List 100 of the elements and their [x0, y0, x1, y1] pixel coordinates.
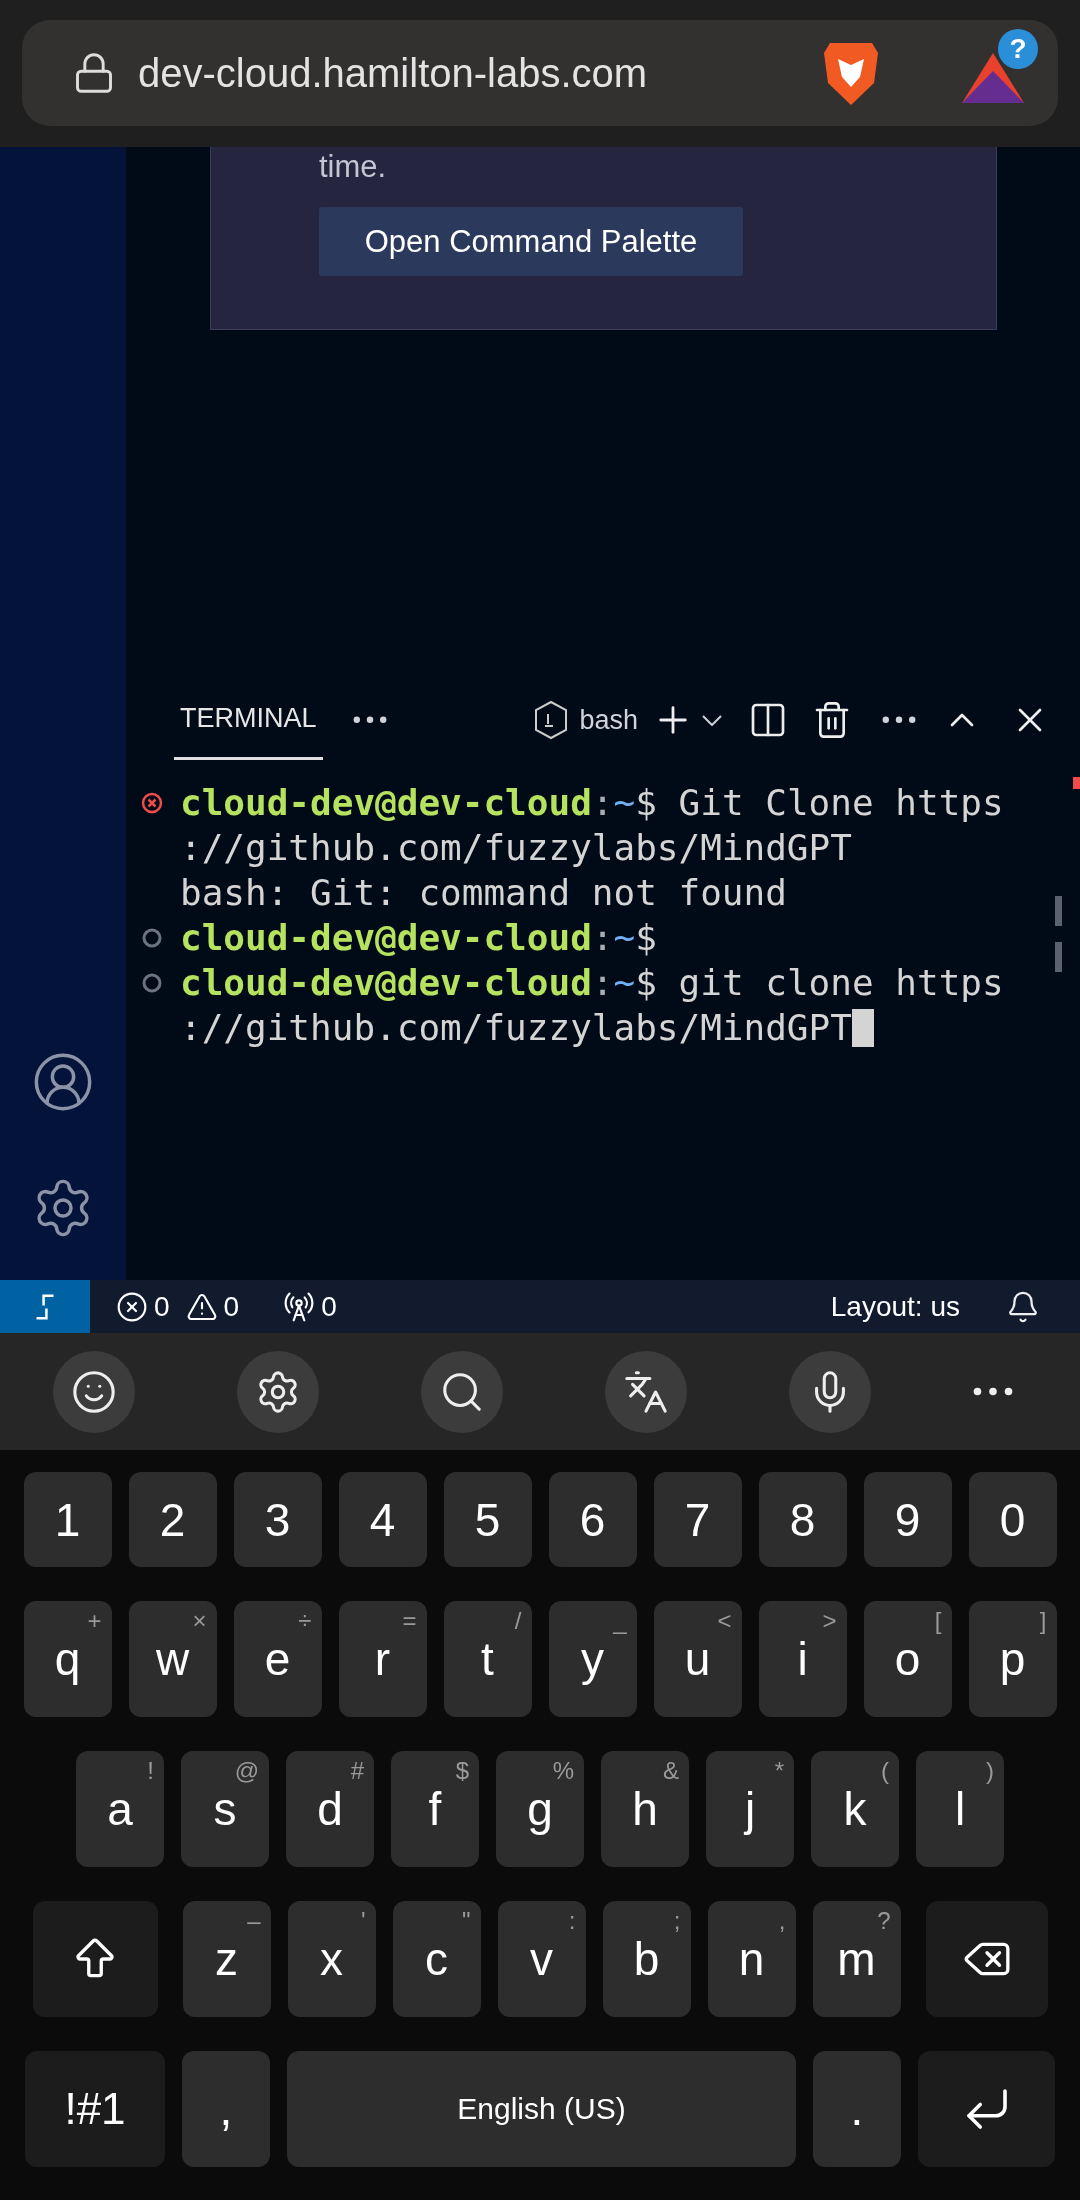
keyboard-key[interactable]: ? m: [812, 1901, 901, 2017]
key-hint: ;: [673, 1907, 681, 1935]
keyboard-key[interactable]: [925, 1901, 1048, 2017]
help-badge: ?: [998, 29, 1038, 69]
key-hint: ": [461, 1907, 471, 1935]
chevron-down-icon: [702, 714, 722, 726]
more-button[interactable]: [882, 716, 916, 724]
keyboard-key[interactable]: " c: [392, 1901, 481, 2017]
keyboard-key[interactable]: !#1: [25, 2051, 165, 2167]
key-hint: <: [717, 1607, 732, 1635]
error-icon: [116, 1290, 148, 1323]
key-hint: ]: [1039, 1607, 1047, 1635]
keyboard-key[interactable]: [32, 1901, 158, 2017]
keyboard-key[interactable]: * j: [706, 1751, 794, 1867]
shell-name: bash: [579, 704, 638, 736]
translate-icon: [623, 1368, 669, 1415]
layout-status[interactable]: Layout: us: [830, 1290, 960, 1323]
key-hint: =: [402, 1607, 417, 1635]
keyboard-key[interactable]: + q: [23, 1601, 112, 1717]
key-hint: ): [986, 1757, 994, 1785]
keyboard-key[interactable]: < u: [653, 1601, 742, 1717]
keyboard-key[interactable]: 7: [653, 1472, 742, 1567]
command-palette-button[interactable]: Open Command Palette: [319, 207, 743, 276]
keyboard-key[interactable]: 5: [443, 1472, 532, 1567]
keyboard-key[interactable]: 9: [863, 1472, 952, 1567]
keyboard-key[interactable]: _ y: [548, 1601, 637, 1717]
notifications-button[interactable]: [1006, 1289, 1040, 1324]
keyboard-key[interactable]: [ o: [863, 1601, 952, 1717]
keyboard-key[interactable]: – z: [182, 1901, 271, 2017]
keyboard-key[interactable]: ,: [182, 2051, 270, 2167]
key-hint: ,: [778, 1907, 786, 1935]
address-bar[interactable]: dev-cloud.hamilton-labs.com ?: [22, 20, 1058, 126]
key-hint: :: [568, 1907, 576, 1935]
key-hint: ÷: [298, 1607, 312, 1635]
keyboard-key[interactable]: 0: [968, 1472, 1057, 1567]
keyboard-key[interactable]: > i: [758, 1601, 847, 1717]
key-hint: ': [360, 1907, 366, 1935]
keyboard-key[interactable]: , n: [707, 1901, 796, 2017]
key-hint: +: [87, 1607, 102, 1635]
keyboard-key[interactable]: # d: [286, 1751, 374, 1867]
key-hint: %: [552, 1757, 574, 1785]
more-icon: [973, 1387, 1013, 1396]
key-hint: @: [234, 1757, 259, 1785]
more-button[interactable]: [973, 1387, 1013, 1396]
terminal-line: ://github.com/fuzzylabs/MindGPT: [180, 1007, 852, 1048]
keyboard-key[interactable]: English (US): [287, 2051, 796, 2167]
key-hint: $: [455, 1757, 469, 1785]
keyboard-key[interactable]: ] p: [968, 1601, 1057, 1717]
key-hint: (: [881, 1757, 889, 1785]
keyboard-key[interactable]: 2: [128, 1472, 217, 1567]
keyboard-key[interactable]: 1: [23, 1472, 112, 1567]
key-hint: &: [663, 1757, 679, 1785]
keyboard-key[interactable]: .: [813, 2051, 901, 2167]
key-hint: >: [822, 1607, 837, 1635]
keyboard-key[interactable]: 4: [338, 1472, 427, 1567]
antenna-icon: [283, 1290, 316, 1323]
keyboard-key[interactable]: % g: [496, 1751, 584, 1867]
keyboard-key[interactable]: ! a: [76, 1751, 164, 1867]
smiley-icon: [71, 1368, 117, 1415]
terminal-line: ://github.com/fuzzylabs/MindGPT: [180, 827, 852, 868]
scrollbar-marker: [1055, 896, 1062, 926]
keyboard-key[interactable]: ; b: [602, 1901, 691, 2017]
url-text: dev-cloud.hamilton-labs.com: [138, 50, 649, 96]
terminal-line: bash: Git: command not found: [180, 872, 787, 913]
keyboard-key[interactable]: 3: [233, 1472, 322, 1567]
keyboard-key[interactable]: ) l: [916, 1751, 1004, 1867]
key-hint: ?: [877, 1907, 891, 1935]
more-button[interactable]: [352, 716, 387, 724]
warning-count: 0: [223, 1290, 240, 1323]
ports-status[interactable]: 0: [283, 1290, 337, 1323]
more-icon: [352, 716, 387, 724]
key-hint: –: [247, 1907, 261, 1935]
keyboard-key[interactable]: $ f: [391, 1751, 479, 1867]
keyboard-key[interactable]: = r: [338, 1601, 427, 1717]
key-hint: *: [774, 1757, 784, 1785]
key-hint: #: [350, 1757, 364, 1785]
keyboard-key[interactable]: : v: [497, 1901, 586, 2017]
more-icon: [882, 716, 916, 724]
problems-status[interactable]: 0 0: [116, 1290, 240, 1323]
keyboard-key[interactable]: 6: [548, 1472, 637, 1567]
remote-button[interactable]: [0, 1280, 90, 1333]
terminal-tab[interactable]: TERMINAL: [174, 680, 323, 760]
keyboard-key[interactable]: × w: [128, 1601, 217, 1717]
keyboard-key[interactable]: @ s: [181, 1751, 269, 1867]
terminal-line: cloud-dev@dev-cloud:~$ Git Clone https: [180, 782, 1004, 823]
keyboard-key[interactable]: ' x: [287, 1901, 376, 2017]
bell-icon: [1006, 1289, 1040, 1324]
port-count: 0: [321, 1290, 337, 1323]
terminal-line: cloud-dev@dev-cloud:~$: [180, 917, 657, 958]
dropdown-button[interactable]: [702, 714, 722, 726]
key-hint: _: [613, 1607, 627, 1635]
keyboard-key[interactable]: & h: [601, 1751, 689, 1867]
terminal-shell-icon: [533, 700, 570, 740]
keyboard-key[interactable]: ÷ e: [233, 1601, 322, 1717]
scrollbar-marker: [1055, 942, 1062, 972]
error-count: 0: [154, 1290, 170, 1323]
keyboard-key[interactable]: 8: [758, 1472, 847, 1567]
keyboard-key[interactable]: / t: [443, 1601, 532, 1717]
card-text: time.: [319, 149, 387, 185]
keyboard-key[interactable]: ( k: [811, 1751, 899, 1867]
